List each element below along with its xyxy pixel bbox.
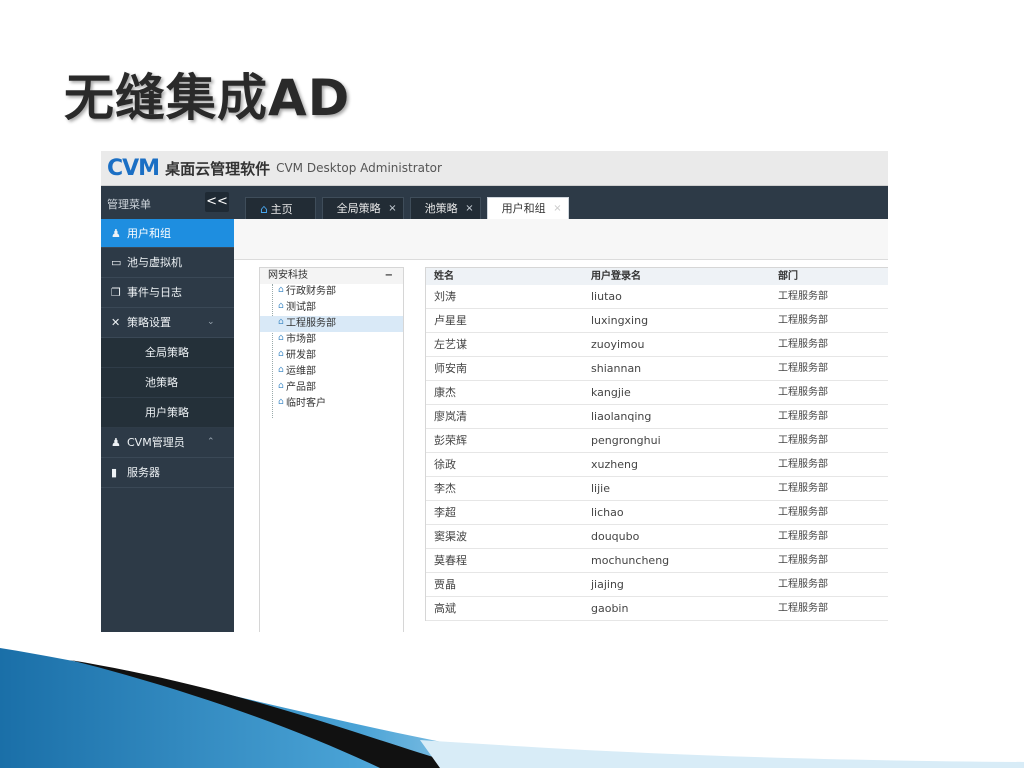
light-swoosh bbox=[420, 740, 1024, 768]
slide-decoration bbox=[0, 648, 1024, 768]
